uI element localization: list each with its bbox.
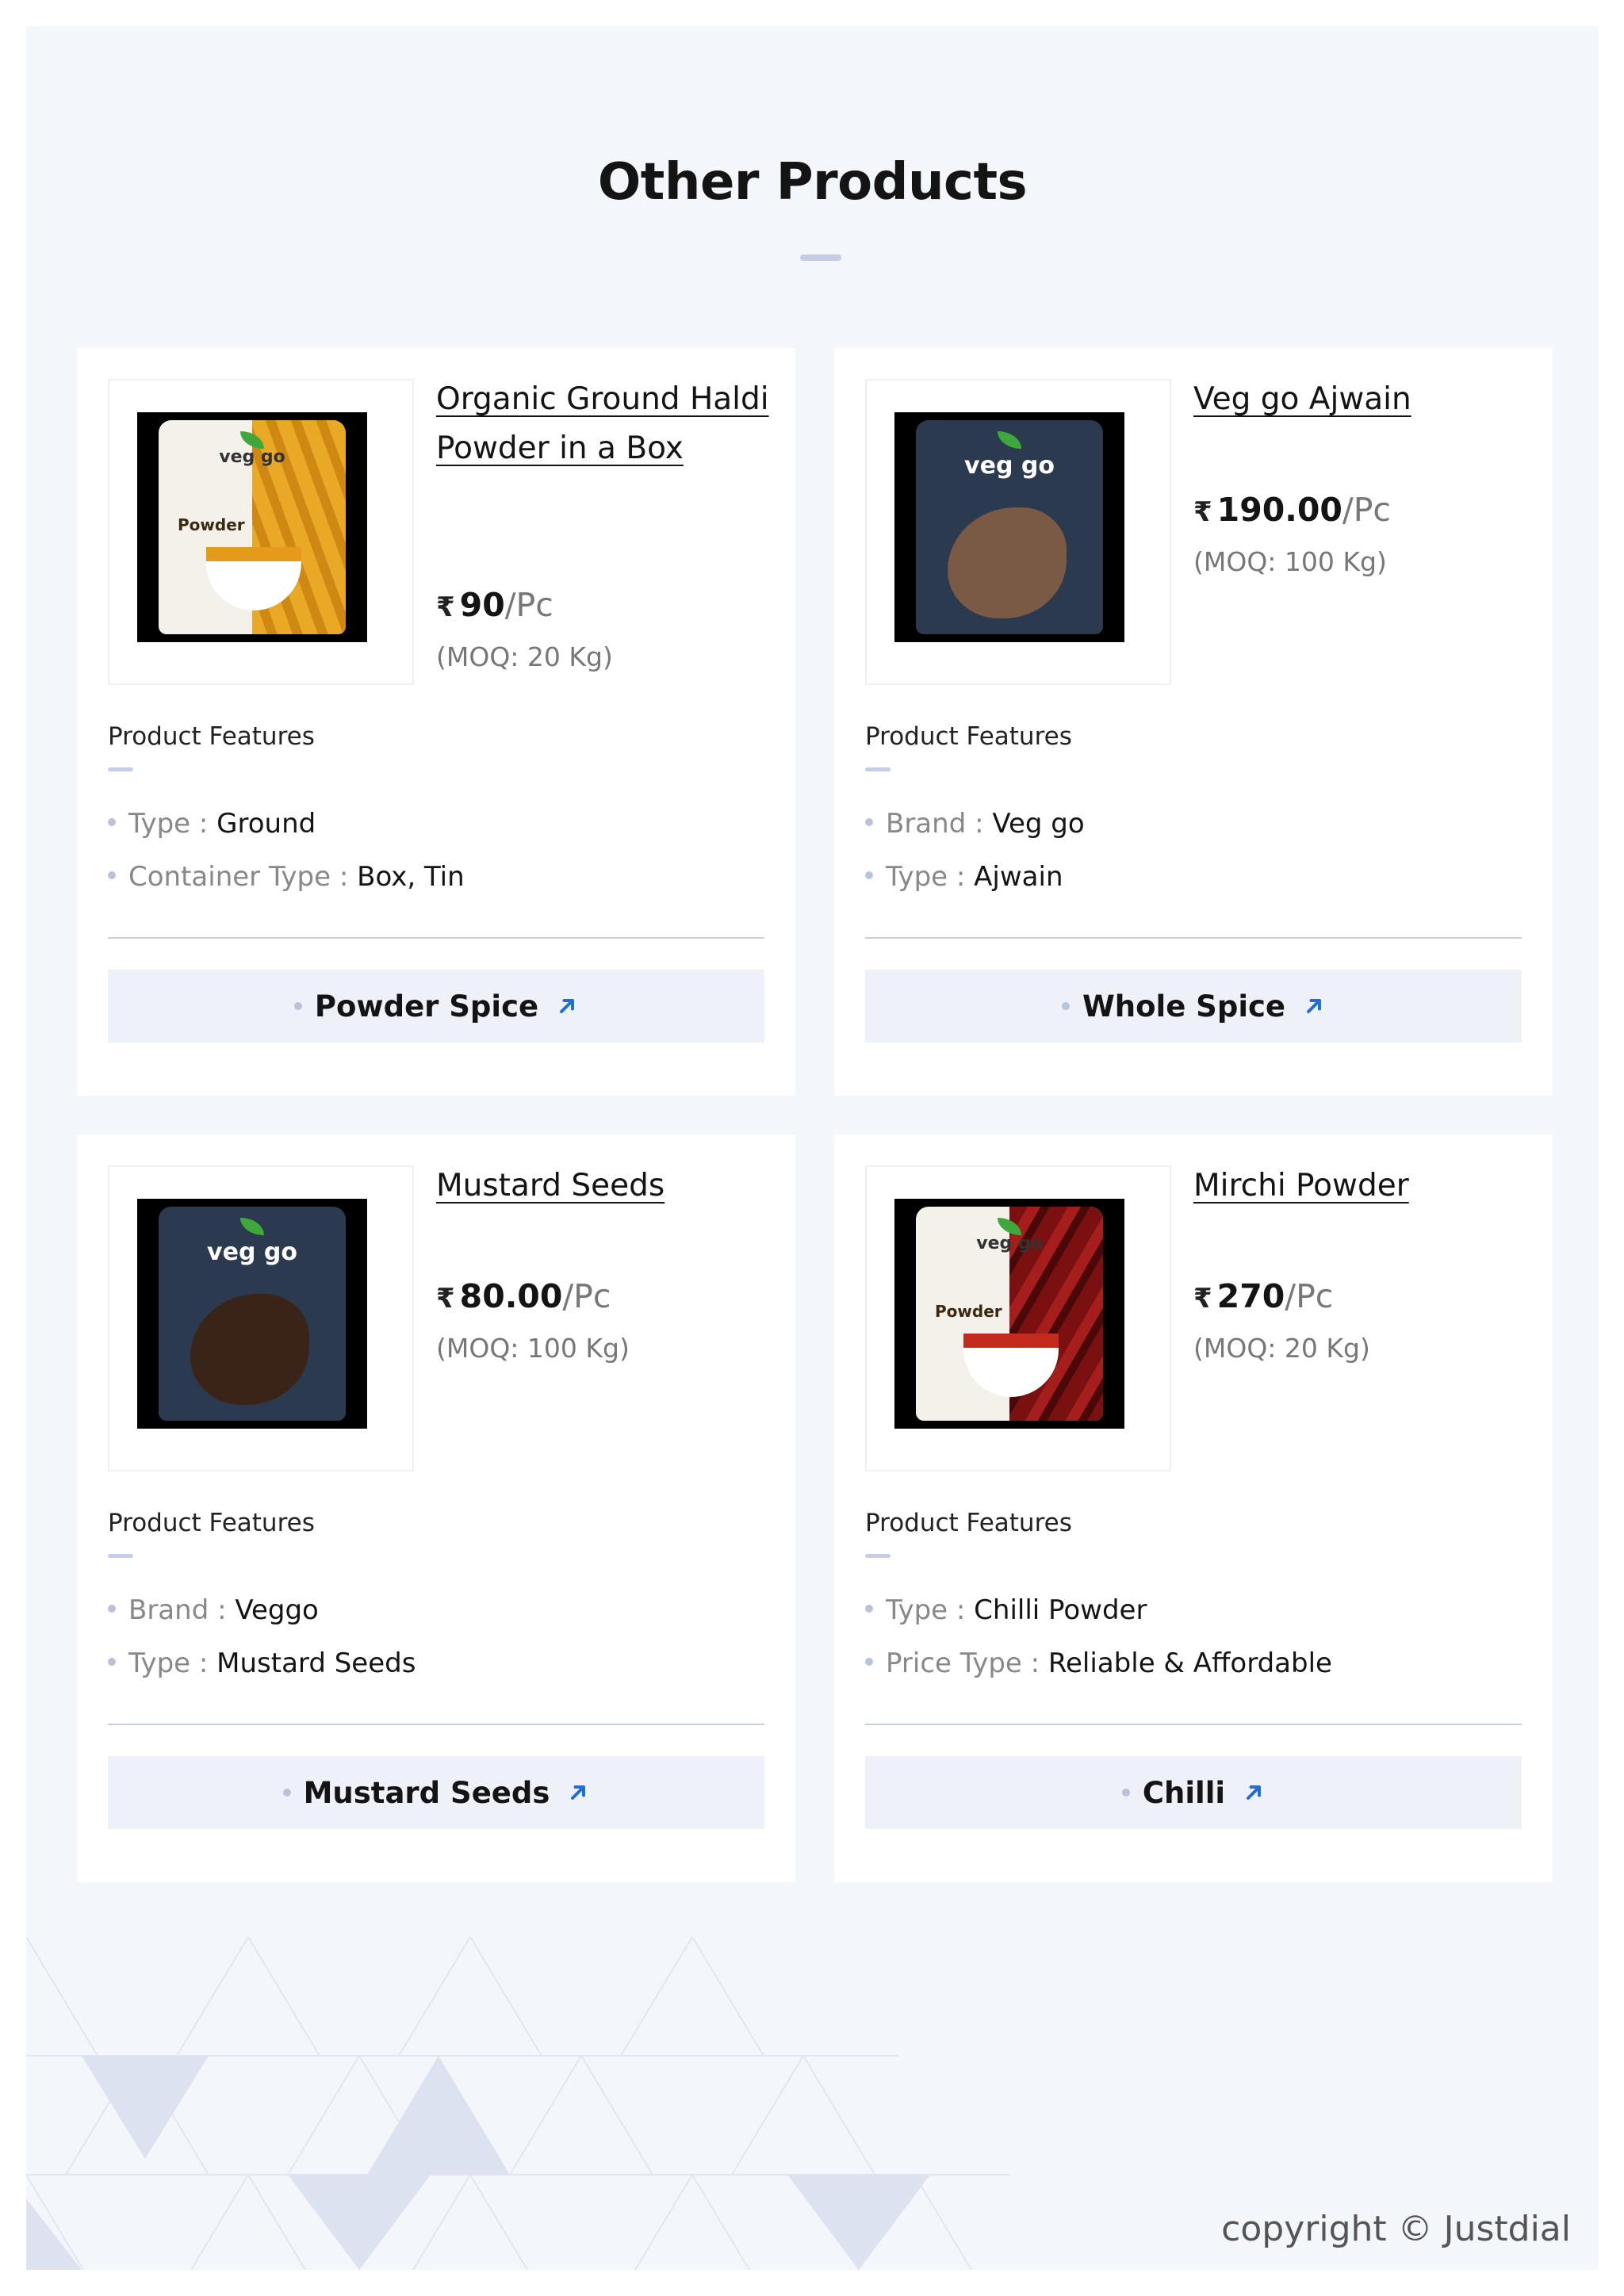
card-divider <box>108 937 764 939</box>
product-image[interactable]: veg go Powder <box>108 379 414 685</box>
feature-item: Container Type : Box, Tin <box>108 861 465 893</box>
arrow-up-right-icon <box>1307 999 1322 1013</box>
pack-label: Powder <box>178 515 245 534</box>
feature-item: Type : Ajwain <box>865 861 1063 893</box>
category-button[interactable]: Powder Spice <box>108 970 764 1043</box>
price-amount: 80.00 <box>459 1277 563 1315</box>
features-heading: Product Features <box>108 1509 315 1537</box>
product-name-link[interactable]: Veg go Ajwain <box>1193 375 1526 424</box>
category-label: Whole Spice <box>1082 989 1286 1024</box>
bullet-icon <box>108 817 116 826</box>
product-moq: (MOQ: 20 Kg) <box>436 641 613 672</box>
bullet-icon <box>1061 1002 1070 1010</box>
product-card: veg go Powder Mirchi Powder ₹270/Pc (MOQ… <box>834 1135 1553 1882</box>
rupee-icon: ₹ <box>436 591 455 623</box>
product-name-link[interactable]: Mirchi Powder <box>1193 1161 1526 1211</box>
price-amount: 90 <box>459 586 505 624</box>
feature-item: Brand : Veg go <box>865 808 1085 840</box>
product-name-link[interactable]: Mustard Seeds <box>436 1161 769 1211</box>
price-amount: 270 <box>1216 1277 1285 1315</box>
product-name-link[interactable]: Organic Ground Haldi Powder in a Box <box>436 375 769 473</box>
product-image[interactable]: veg go <box>865 379 1171 685</box>
arrow-up-right-icon <box>571 1785 586 1800</box>
bullet-icon <box>865 1657 873 1666</box>
copyright-text: copyright © Justdial <box>1221 2209 1571 2249</box>
rupee-icon: ₹ <box>1193 496 1212 528</box>
product-card: veg go Powder Organic Ground Haldi Powde… <box>77 348 795 1096</box>
product-moq: (MOQ: 100 Kg) <box>1193 546 1387 577</box>
product-card: veg go Mustard Seeds ₹80.00/Pc (MOQ: 100… <box>77 1135 795 1882</box>
category-button[interactable]: Mustard Seeds <box>108 1756 764 1829</box>
title-underline <box>800 254 841 261</box>
card-divider <box>108 1724 764 1725</box>
features-heading: Product Features <box>865 1509 1072 1537</box>
features-dash <box>865 767 891 771</box>
features-heading: Product Features <box>865 722 1072 751</box>
product-moq: (MOQ: 20 Kg) <box>1193 1333 1370 1364</box>
bullet-icon <box>1121 1789 1130 1797</box>
bullet-icon <box>108 871 116 879</box>
product-image[interactable]: veg go <box>108 1165 414 1471</box>
product-price: ₹90/Pc <box>436 586 553 624</box>
feature-item: Type : Ground <box>108 808 316 840</box>
card-divider <box>865 937 1522 939</box>
bullet-icon <box>865 871 873 879</box>
category-button[interactable]: Whole Spice <box>865 970 1522 1043</box>
category-label: Powder Spice <box>314 989 539 1024</box>
price-unit: /Pc <box>1285 1277 1334 1315</box>
feature-item: Brand : Veggo <box>108 1594 319 1626</box>
arrow-up-right-icon <box>1247 1785 1262 1800</box>
pack-label: veg go <box>964 452 1055 480</box>
product-card: veg go Veg go Ajwain ₹190.00/Pc (MOQ: 10… <box>834 348 1553 1096</box>
product-price: ₹190.00/Pc <box>1193 491 1391 529</box>
features-dash <box>108 767 133 771</box>
bullet-icon <box>865 1604 873 1613</box>
rupee-icon: ₹ <box>1193 1283 1212 1314</box>
price-unit: /Pc <box>562 1277 611 1315</box>
card-divider <box>865 1724 1522 1725</box>
price-unit: /Pc <box>504 586 553 624</box>
product-price: ₹80.00/Pc <box>436 1277 611 1315</box>
feature-item: Type : Mustard Seeds <box>108 1647 416 1679</box>
category-button[interactable]: Chilli <box>865 1756 1522 1829</box>
bullet-icon <box>282 1789 291 1797</box>
product-moq: (MOQ: 100 Kg) <box>436 1333 630 1364</box>
features-dash <box>865 1554 891 1558</box>
bullet-icon <box>108 1604 116 1613</box>
product-price: ₹270/Pc <box>1193 1277 1333 1315</box>
feature-item: Type : Chilli Powder <box>865 1594 1147 1626</box>
pack-label: Powder <box>935 1302 1002 1321</box>
other-products-section: Other Products veg go Powder Organic Gro… <box>26 26 1599 2270</box>
rupee-icon: ₹ <box>436 1283 455 1314</box>
bullet-icon <box>865 817 873 826</box>
bullet-icon <box>293 1002 302 1010</box>
bullet-icon <box>108 1657 116 1666</box>
price-unit: /Pc <box>1342 491 1391 529</box>
pack-label: veg go <box>207 1238 297 1266</box>
section-title: Other Products <box>597 153 1028 212</box>
arrow-up-right-icon <box>560 999 575 1013</box>
category-label: Mustard Seeds <box>303 1775 550 1810</box>
category-label: Chilli <box>1142 1775 1226 1810</box>
features-heading: Product Features <box>108 722 315 751</box>
price-amount: 190.00 <box>1216 491 1342 529</box>
product-image[interactable]: veg go Powder <box>865 1165 1171 1471</box>
triangle-pattern-decoration <box>26 1937 1009 2270</box>
feature-item: Price Type : Reliable & Affordable <box>865 1647 1332 1679</box>
features-dash <box>108 1554 133 1558</box>
